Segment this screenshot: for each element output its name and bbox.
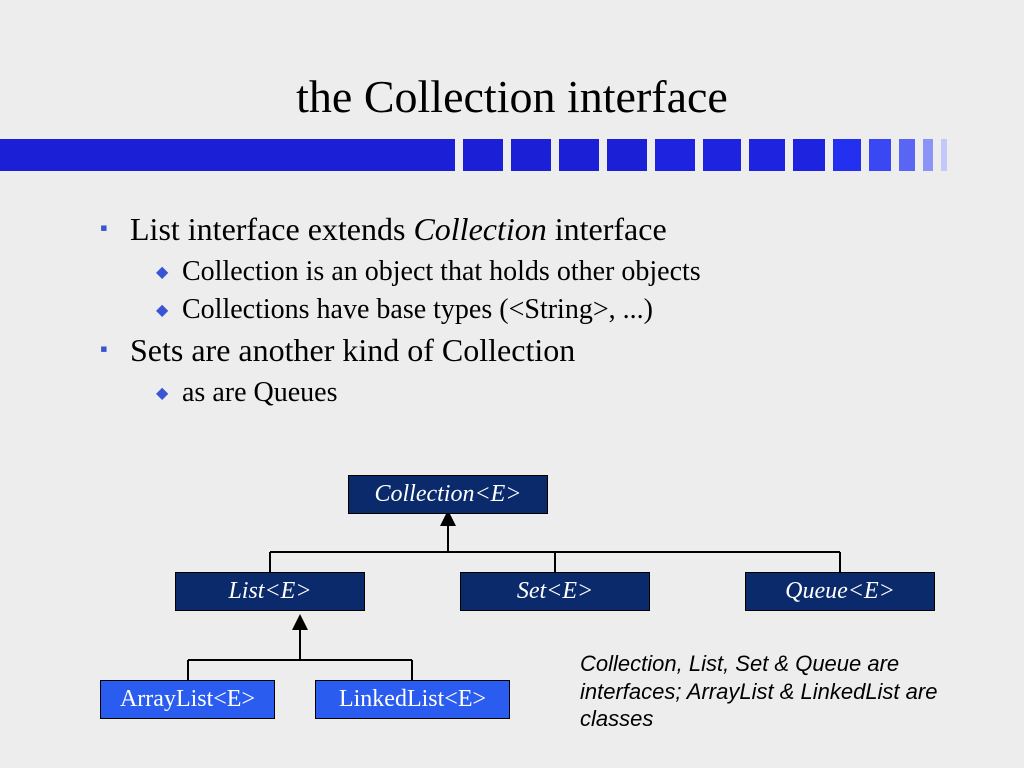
node-set: Set<E> (460, 572, 650, 611)
bullet-2-1: as are Queues (100, 377, 964, 409)
bullet-1-1: Collection is an object that holds other… (100, 256, 964, 288)
bullet-1-text-a: List interface extends (130, 211, 413, 247)
bullet-1-text-b: interface (547, 211, 667, 247)
node-linkedlist: LinkedList<E> (315, 680, 510, 719)
bullet-2: Sets are another kind of Collection (100, 332, 964, 369)
diagram-caption: Collection, List, Set & Queue are interf… (580, 650, 950, 733)
slide-title: the Collection interface (0, 0, 1024, 139)
node-arraylist: ArrayList<E> (100, 680, 275, 719)
node-collection: Collection<E> (348, 475, 548, 514)
decorative-stripe (0, 139, 1024, 171)
content-area: List interface extends Collection interf… (0, 171, 1024, 409)
bullet-1-2: Collections have base types (<String>, .… (100, 294, 964, 326)
bullet-1: List interface extends Collection interf… (100, 211, 964, 248)
bullet-1-em: Collection (413, 211, 546, 247)
node-queue: Queue<E> (745, 572, 935, 611)
node-list: List<E> (175, 572, 365, 611)
